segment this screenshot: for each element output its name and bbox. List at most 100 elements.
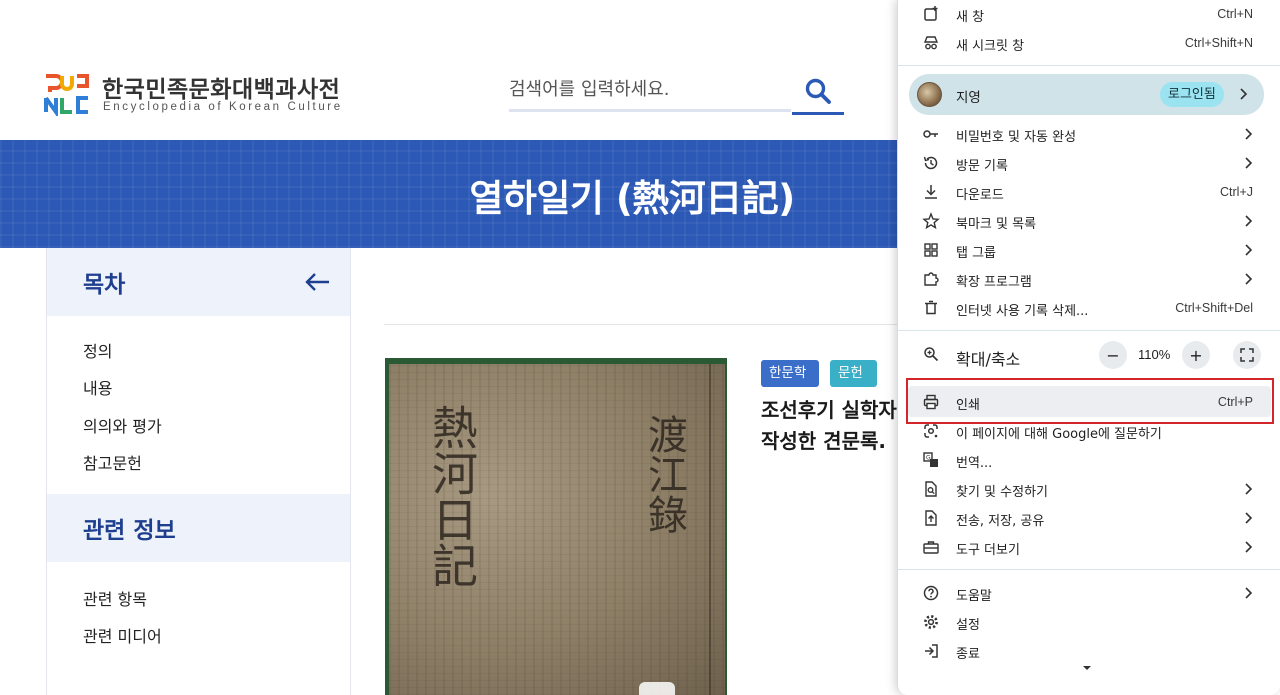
menu-ask-google[interactable]: 이 페이지에 대해 Google에 질문하기 xyxy=(898,417,1280,446)
image-zoom-button[interactable] xyxy=(639,682,675,695)
content-divider xyxy=(384,324,904,325)
menu-separator xyxy=(898,65,1280,66)
find-icon xyxy=(922,480,940,498)
menu-cast-save-share[interactable]: 전송, 저장, 공유 xyxy=(898,504,1280,533)
menu-tab-groups[interactable]: 탭 그룹 xyxy=(898,236,1280,265)
logo-mark-icon xyxy=(44,74,89,116)
menu-bookmarks[interactable]: 북마크 및 목록 xyxy=(898,207,1280,236)
site-logo[interactable]: 한국민족문화대백과사전 Encyclopedia of Korean Cultu… xyxy=(44,70,364,120)
incognito-icon xyxy=(922,34,940,52)
manuscript-spine xyxy=(709,364,711,695)
fullscreen-button[interactable] xyxy=(1233,341,1261,369)
toc-item-significance[interactable]: 의의와 평가 xyxy=(83,413,162,437)
scroll-down-arrow-icon[interactable] xyxy=(1082,664,1092,672)
menu-separator xyxy=(898,330,1280,331)
chevron-right-icon xyxy=(1245,215,1253,227)
fullscreen-icon xyxy=(1240,348,1254,362)
menu-translate-label: 번역... xyxy=(956,456,993,471)
menu-history[interactable]: 방문 기록 xyxy=(898,149,1280,178)
menu-passwords-label: 비밀번호 및 자동 완성 xyxy=(956,130,1077,145)
signed-in-badge: 로그인됨 xyxy=(1160,82,1224,107)
chevron-right-icon xyxy=(1245,273,1253,285)
menu-settings-label: 설정 xyxy=(956,618,980,633)
search-button[interactable] xyxy=(792,70,844,115)
search-bar xyxy=(509,64,845,117)
menu-clear-data-shortcut: Ctrl+Shift+Del xyxy=(1175,301,1253,315)
chevron-right-icon xyxy=(1245,157,1253,169)
menu-downloads[interactable]: 다운로드 Ctrl+J xyxy=(898,178,1280,207)
collapse-arrow-icon[interactable] xyxy=(303,270,331,294)
trash-icon xyxy=(922,299,940,317)
toc-heading: 목차 xyxy=(83,272,126,298)
download-icon xyxy=(922,183,940,201)
menu-find-edit-label: 찾기 및 수정하기 xyxy=(956,485,1048,500)
menu-new-window-label: 새 창 xyxy=(956,10,985,25)
chevron-right-icon xyxy=(1245,128,1253,140)
browser-menu: 새 창 Ctrl+N 새 시크릿 창 Ctrl+Shift+N 지영 로그인됨 … xyxy=(897,0,1280,695)
menu-exit-label: 종료 xyxy=(956,647,980,662)
menu-clear-data-label: 인터넷 사용 기록 삭제... xyxy=(956,304,1089,319)
menu-print-shortcut: Ctrl+P xyxy=(1217,395,1253,409)
menu-print-label: 인쇄 xyxy=(956,398,980,413)
toc-item-references[interactable]: 참고문헌 xyxy=(83,450,142,474)
toc-item-definition[interactable]: 정의 xyxy=(83,338,112,362)
menu-exit[interactable]: 종료 xyxy=(898,637,1280,666)
menu-bookmarks-label: 북마크 및 목록 xyxy=(956,217,1037,232)
tag-munheon[interactable]: 문헌 xyxy=(830,360,877,387)
menu-zoom: 확대/축소 − 110% + xyxy=(898,340,1280,370)
tag-hanmunhak[interactable]: 한문학 xyxy=(761,360,819,387)
search-input[interactable] xyxy=(509,70,791,112)
exit-icon xyxy=(922,642,940,660)
related-item-media[interactable]: 관련 미디어 xyxy=(83,623,162,647)
menu-more-tools[interactable]: 도구 더보기 xyxy=(898,533,1280,562)
help-icon xyxy=(922,584,940,602)
search-icon xyxy=(805,78,831,104)
summary-line-1: 조선후기 실학자 xyxy=(761,398,897,422)
manuscript-calligraphy-right: 渡江錄 xyxy=(641,414,687,534)
menu-clear-browsing-data[interactable]: 인터넷 사용 기록 삭제... Ctrl+Shift+Del xyxy=(898,294,1280,323)
new-window-icon xyxy=(922,5,940,23)
avatar xyxy=(917,82,942,107)
history-icon xyxy=(922,154,940,172)
logo-subtitle: Encyclopedia of Korean Culture xyxy=(103,101,343,113)
menu-history-label: 방문 기록 xyxy=(956,159,1008,174)
menu-extensions-label: 확장 프로그램 xyxy=(956,275,1032,290)
menu-incognito-shortcut: Ctrl+Shift+N xyxy=(1184,36,1253,50)
chevron-right-icon xyxy=(1245,244,1253,256)
zoom-in-button[interactable]: + xyxy=(1182,341,1210,369)
menu-translate[interactable]: G 번역... xyxy=(898,446,1280,475)
menu-tab-groups-label: 탭 그룹 xyxy=(956,246,997,261)
menu-passwords[interactable]: 비밀번호 및 자동 완성 xyxy=(898,120,1280,149)
profile-name: 지영 xyxy=(956,90,981,106)
menu-help[interactable]: 도움말 xyxy=(898,579,1280,608)
chevron-right-icon xyxy=(1245,541,1253,553)
manuscript-cover-image[interactable]: 熱河日記 渡江錄 xyxy=(385,358,727,695)
gear-icon xyxy=(922,613,940,631)
toc-header: 목차 xyxy=(47,248,350,316)
menu-incognito-window[interactable]: 새 시크릿 창 Ctrl+Shift+N xyxy=(898,29,1280,58)
chevron-right-icon xyxy=(1245,512,1253,524)
menu-ask-google-label: 이 페이지에 대해 Google에 질문하기 xyxy=(956,427,1162,442)
toc-item-content[interactable]: 내용 xyxy=(83,375,112,399)
menu-separator xyxy=(898,569,1280,570)
menu-find-edit[interactable]: 찾기 및 수정하기 xyxy=(898,475,1280,504)
menu-settings[interactable]: 설정 xyxy=(898,608,1280,637)
zoom-icon xyxy=(922,345,940,363)
google-lens-icon xyxy=(922,422,940,440)
toolbox-icon xyxy=(922,538,940,556)
menu-profile[interactable]: 지영 로그인됨 xyxy=(909,74,1264,115)
menu-extensions[interactable]: 확장 프로그램 xyxy=(898,265,1280,294)
menu-downloads-label: 다운로드 xyxy=(956,188,1004,203)
menu-print[interactable]: 인쇄 Ctrl+P xyxy=(898,388,1280,417)
svg-text:G: G xyxy=(926,455,931,462)
zoom-out-button[interactable]: − xyxy=(1099,341,1127,369)
related-item-entries[interactable]: 관련 항목 xyxy=(83,586,147,610)
key-icon xyxy=(922,125,940,143)
menu-share-label: 전송, 저장, 공유 xyxy=(956,514,1045,529)
menu-new-window[interactable]: 새 창 Ctrl+N xyxy=(898,0,1280,29)
logo-title: 한국민족문화대백과사전 xyxy=(102,77,341,103)
chevron-right-icon xyxy=(1240,88,1248,100)
related-header: 관련 정보 xyxy=(47,494,350,562)
menu-new-window-shortcut: Ctrl+N xyxy=(1217,7,1253,21)
translate-icon: G xyxy=(922,451,940,469)
